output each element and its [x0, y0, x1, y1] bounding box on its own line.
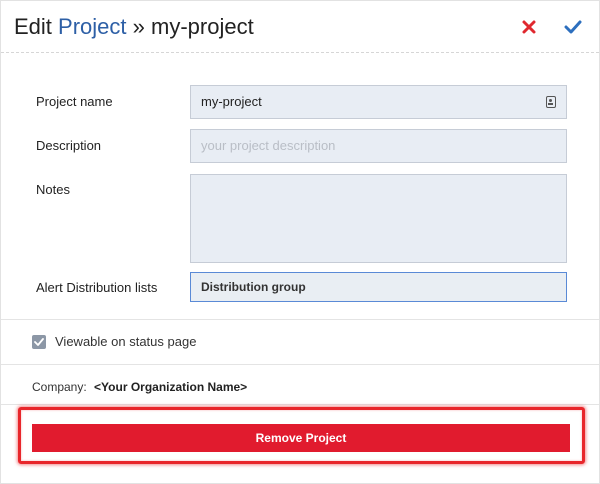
title-project-name: my-project [151, 14, 254, 39]
company-name: <Your Organization Name> [94, 380, 248, 394]
project-name-input[interactable]: my-project [190, 85, 567, 119]
viewable-checkbox-row[interactable]: Viewable on status page [32, 334, 196, 349]
notes-textarea[interactable] [190, 174, 567, 263]
viewable-checkbox[interactable] [32, 334, 46, 349]
remove-project-button[interactable]: Remove Project [32, 424, 570, 452]
notes-label: Notes [36, 182, 70, 197]
section-divider [1, 364, 599, 365]
company-row: Company: <Your Organization Name> [32, 380, 247, 394]
alert-distribution-label: Alert Distribution lists [36, 280, 158, 295]
check-icon [34, 337, 44, 346]
edit-project-dialog: Edit Project » my-project Project name m… [0, 0, 600, 484]
section-divider [1, 319, 599, 320]
id-badge-icon [546, 96, 556, 108]
cancel-button[interactable] [517, 15, 541, 39]
project-breadcrumb-link[interactable]: Project [58, 14, 126, 39]
confirm-button[interactable] [561, 15, 585, 39]
project-form: Project name my-project Description your… [1, 54, 599, 319]
page-title: Edit Project » my-project [14, 14, 254, 40]
alert-distribution-select[interactable]: Distribution group [190, 272, 567, 302]
section-divider [1, 404, 599, 405]
description-placeholder: your project description [201, 138, 336, 153]
alert-distribution-value: Distribution group [201, 280, 306, 294]
company-label: Company: [32, 380, 87, 394]
dialog-header: Edit Project » my-project [1, 1, 599, 53]
description-label: Description [36, 138, 102, 153]
project-name-label: Project name [36, 94, 113, 109]
title-separator: » [132, 14, 145, 39]
viewable-label: Viewable on status page [55, 334, 197, 349]
title-prefix: Edit [14, 14, 52, 39]
checkmark-icon [564, 20, 582, 34]
description-input[interactable]: your project description [190, 129, 567, 163]
close-x-icon [522, 20, 536, 34]
project-name-value: my-project [201, 94, 262, 109]
